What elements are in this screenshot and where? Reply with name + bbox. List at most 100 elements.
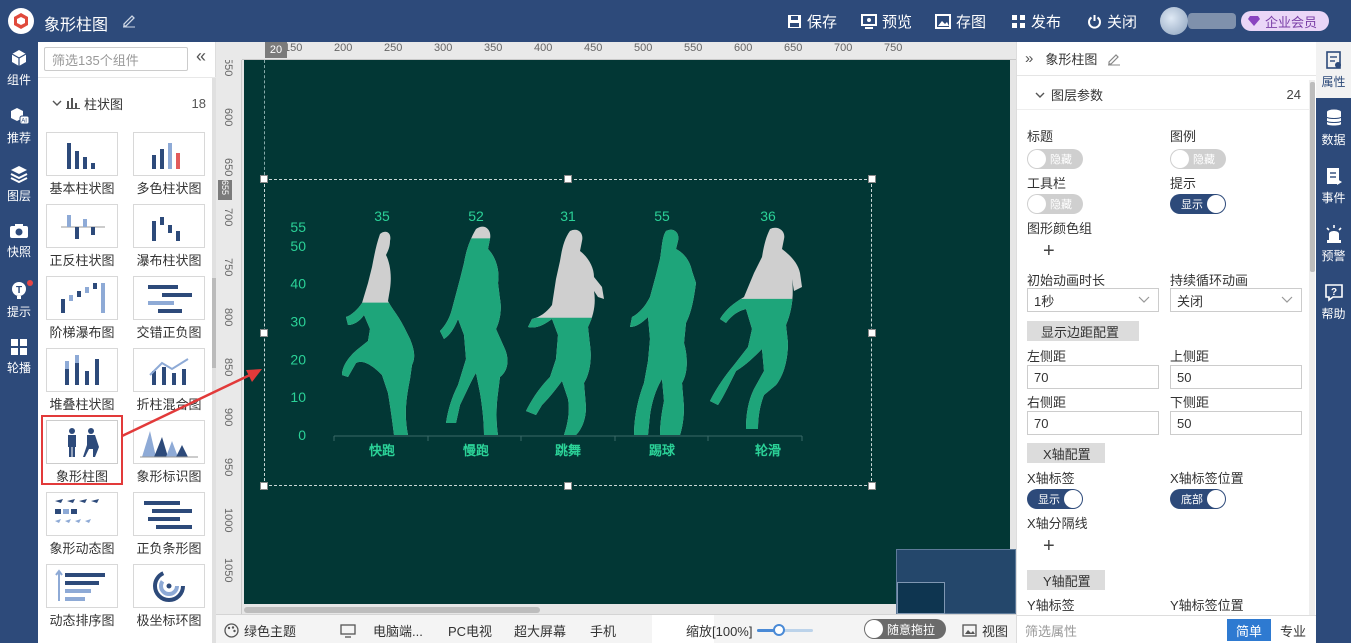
rail-item-recommend[interactable]: AI 推荐 [0, 100, 38, 156]
device-mobile[interactable]: 手机 [590, 621, 616, 640]
device-desktop[interactable]: 电脑端... [340, 621, 423, 640]
rail-item-alarm[interactable]: 预警 [1316, 216, 1351, 272]
ruler-tick: 550 [684, 42, 703, 54]
ruler-tick: 650 [222, 158, 234, 177]
category-bar-charts[interactable]: 柱状图 18 [52, 94, 206, 112]
legend-toggle[interactable]: 隐藏 [1170, 149, 1226, 169]
tile-waterfall-bar[interactable]: 瀑布柱状图 [133, 204, 205, 268]
view-button[interactable]: 视图 [962, 621, 1008, 640]
save-button[interactable]: 保存 [787, 11, 837, 31]
loop-anim-select[interactable]: 关闭 [1170, 288, 1302, 312]
tile-basic-bar[interactable]: 基本柱状图 [46, 132, 118, 196]
resize-handle-w[interactable] [260, 329, 268, 337]
tile-pictorial-bar[interactable]: 象形柱图 [41, 415, 123, 485]
tile-step-waterfall[interactable]: 阶梯瀑布图 [46, 276, 118, 340]
add-x-split-icon[interactable]: + [1043, 536, 1055, 556]
resize-handle-s[interactable] [564, 482, 572, 490]
rail-item-snapshot[interactable]: 快照 [0, 216, 38, 272]
minimap[interactable] [896, 549, 1016, 614]
top-margin-input[interactable]: 50 [1170, 365, 1302, 389]
y-label-label: Y轴标签 [1027, 598, 1075, 613]
ruler-tick: 300 [434, 42, 453, 54]
preview-button[interactable]: 预览 [861, 11, 912, 31]
simple-mode-button[interactable]: 简单 [1227, 619, 1271, 641]
edit-title-icon[interactable] [121, 12, 137, 28]
xaxis-config-button[interactable]: X轴配置 [1027, 443, 1105, 463]
select-value: 1秒 [1034, 293, 1055, 309]
margin-config-button[interactable]: 显示边距配置 [1027, 321, 1139, 341]
palette-icon [224, 623, 239, 638]
rail-item-carousel[interactable]: 轮播 [0, 332, 38, 388]
layer-params-group[interactable]: 图层参数 24 [1017, 80, 1309, 110]
left-margin-input[interactable]: 70 [1027, 365, 1159, 389]
collapse-panel-icon[interactable]: « [196, 46, 206, 67]
anim-duration-select[interactable]: 1秒 [1027, 288, 1159, 312]
ruler-left: 550 600 650 700 750 800 850 900 950 1000 1050 [216, 60, 242, 614]
theme-selector[interactable]: 绿色主题 [224, 621, 296, 640]
minimap-viewport[interactable] [897, 582, 945, 614]
add-color-icon[interactable]: + [1043, 241, 1055, 261]
tile-pictorial-dynamic[interactable]: 象形动态图 [46, 492, 118, 556]
mode-label: 简单 [1235, 623, 1262, 639]
device-big-screen[interactable]: 超大屏幕 [514, 621, 566, 640]
user-avatar[interactable] [1160, 7, 1188, 35]
tile-polar-ring[interactable]: 极坐标环图 [133, 564, 205, 628]
properties-footer: 筛选属性 简单 专业 [1017, 615, 1317, 643]
tooltip-toggle[interactable]: 显示 [1170, 194, 1226, 214]
component-search-input[interactable]: 筛选135个组件 [44, 47, 188, 71]
rail-item-components[interactable]: 组件 [0, 42, 38, 98]
tile-staggered-pos-neg[interactable]: 交错正负图 [133, 276, 205, 340]
pos-neg-bar-thumbnail-icon [61, 215, 105, 239]
ruler-tick: 550 [222, 60, 234, 77]
vip-badge[interactable]: 企业会员 [1241, 11, 1329, 31]
tile-dynamic-sort[interactable]: 动态排序图 [46, 564, 118, 628]
tile-pos-neg-horizontal[interactable]: 正负条形图 [133, 492, 205, 556]
x-label-pos-toggle[interactable]: 底部 [1170, 489, 1226, 509]
resize-handle-e[interactable] [868, 329, 876, 337]
rail-item-tips[interactable]: T 提示 [0, 274, 38, 330]
expand-panel-icon[interactable]: » [1025, 50, 1033, 67]
resize-handle-n[interactable] [564, 175, 572, 183]
device-pc-tv[interactable]: PC电视 [448, 621, 492, 640]
zoom-slider-knob[interactable] [773, 624, 786, 636]
chevron-down-icon [52, 100, 62, 106]
tile-positive-negative-bar[interactable]: 正反柱状图 [46, 204, 118, 268]
yaxis-config-button[interactable]: Y轴配置 [1027, 570, 1105, 590]
resize-handle-nw[interactable] [260, 175, 268, 183]
ruler-left-marker-label: 655 [220, 180, 230, 196]
bottom-margin-input[interactable]: 50 [1170, 411, 1302, 435]
resize-handle-se[interactable] [868, 482, 876, 490]
selection-box[interactable] [264, 179, 872, 486]
user-name [1188, 13, 1236, 29]
tile-stacked-bar[interactable]: 堆叠柱状图 [46, 348, 118, 412]
edit-name-icon[interactable] [1107, 52, 1121, 66]
rail-item-data[interactable]: 数据 [1316, 100, 1351, 156]
rail-item-events[interactable]: 事件 [1316, 158, 1351, 214]
x-label-toggle[interactable]: 显示 [1027, 489, 1083, 509]
canvas-horizontal-scrollbar[interactable] [244, 607, 540, 613]
tile-multicolor-bar[interactable]: 多色柱状图 [133, 132, 205, 196]
pro-mode-button[interactable]: 专业 [1273, 619, 1313, 641]
right-icon-rail: 属性 数据 事件 预警 ? 帮助 [1316, 42, 1351, 643]
properties-title: 象形柱图 [1045, 52, 1098, 67]
rail-item-help[interactable]: ? 帮助 [1316, 274, 1351, 330]
toolbar-toggle[interactable]: 隐藏 [1027, 194, 1083, 214]
rail-item-layers[interactable]: 图层 [0, 158, 38, 214]
free-drag-toggle[interactable]: 随意拖拉 [864, 619, 946, 639]
save-image-button[interactable]: 存图 [935, 11, 986, 31]
properties-scrollbar-thumb[interactable] [1310, 82, 1315, 272]
right-margin-input[interactable]: 70 [1027, 411, 1159, 435]
toggle-text: 隐藏 [1050, 199, 1072, 211]
components-panel: 筛选135个组件 « 柱状图 18 基本柱状图 多色柱状图 正反柱状图 瀑布柱状… [38, 42, 216, 643]
close-button[interactable]: 关闭 [1087, 11, 1137, 31]
publish-button[interactable]: 发布 [1011, 11, 1061, 31]
title-label: 标题 [1027, 129, 1054, 144]
rail-item-properties[interactable]: 属性 [1316, 42, 1351, 98]
rail-label: 轮播 [6, 361, 31, 375]
view-label: 视图 [982, 624, 1009, 639]
resize-handle-sw[interactable] [260, 482, 268, 490]
resize-handle-ne[interactable] [868, 175, 876, 183]
filter-properties-input[interactable]: 筛选属性 [1025, 621, 1077, 640]
title-toggle[interactable]: 隐藏 [1027, 149, 1083, 169]
theme-label: 绿色主题 [244, 624, 297, 639]
